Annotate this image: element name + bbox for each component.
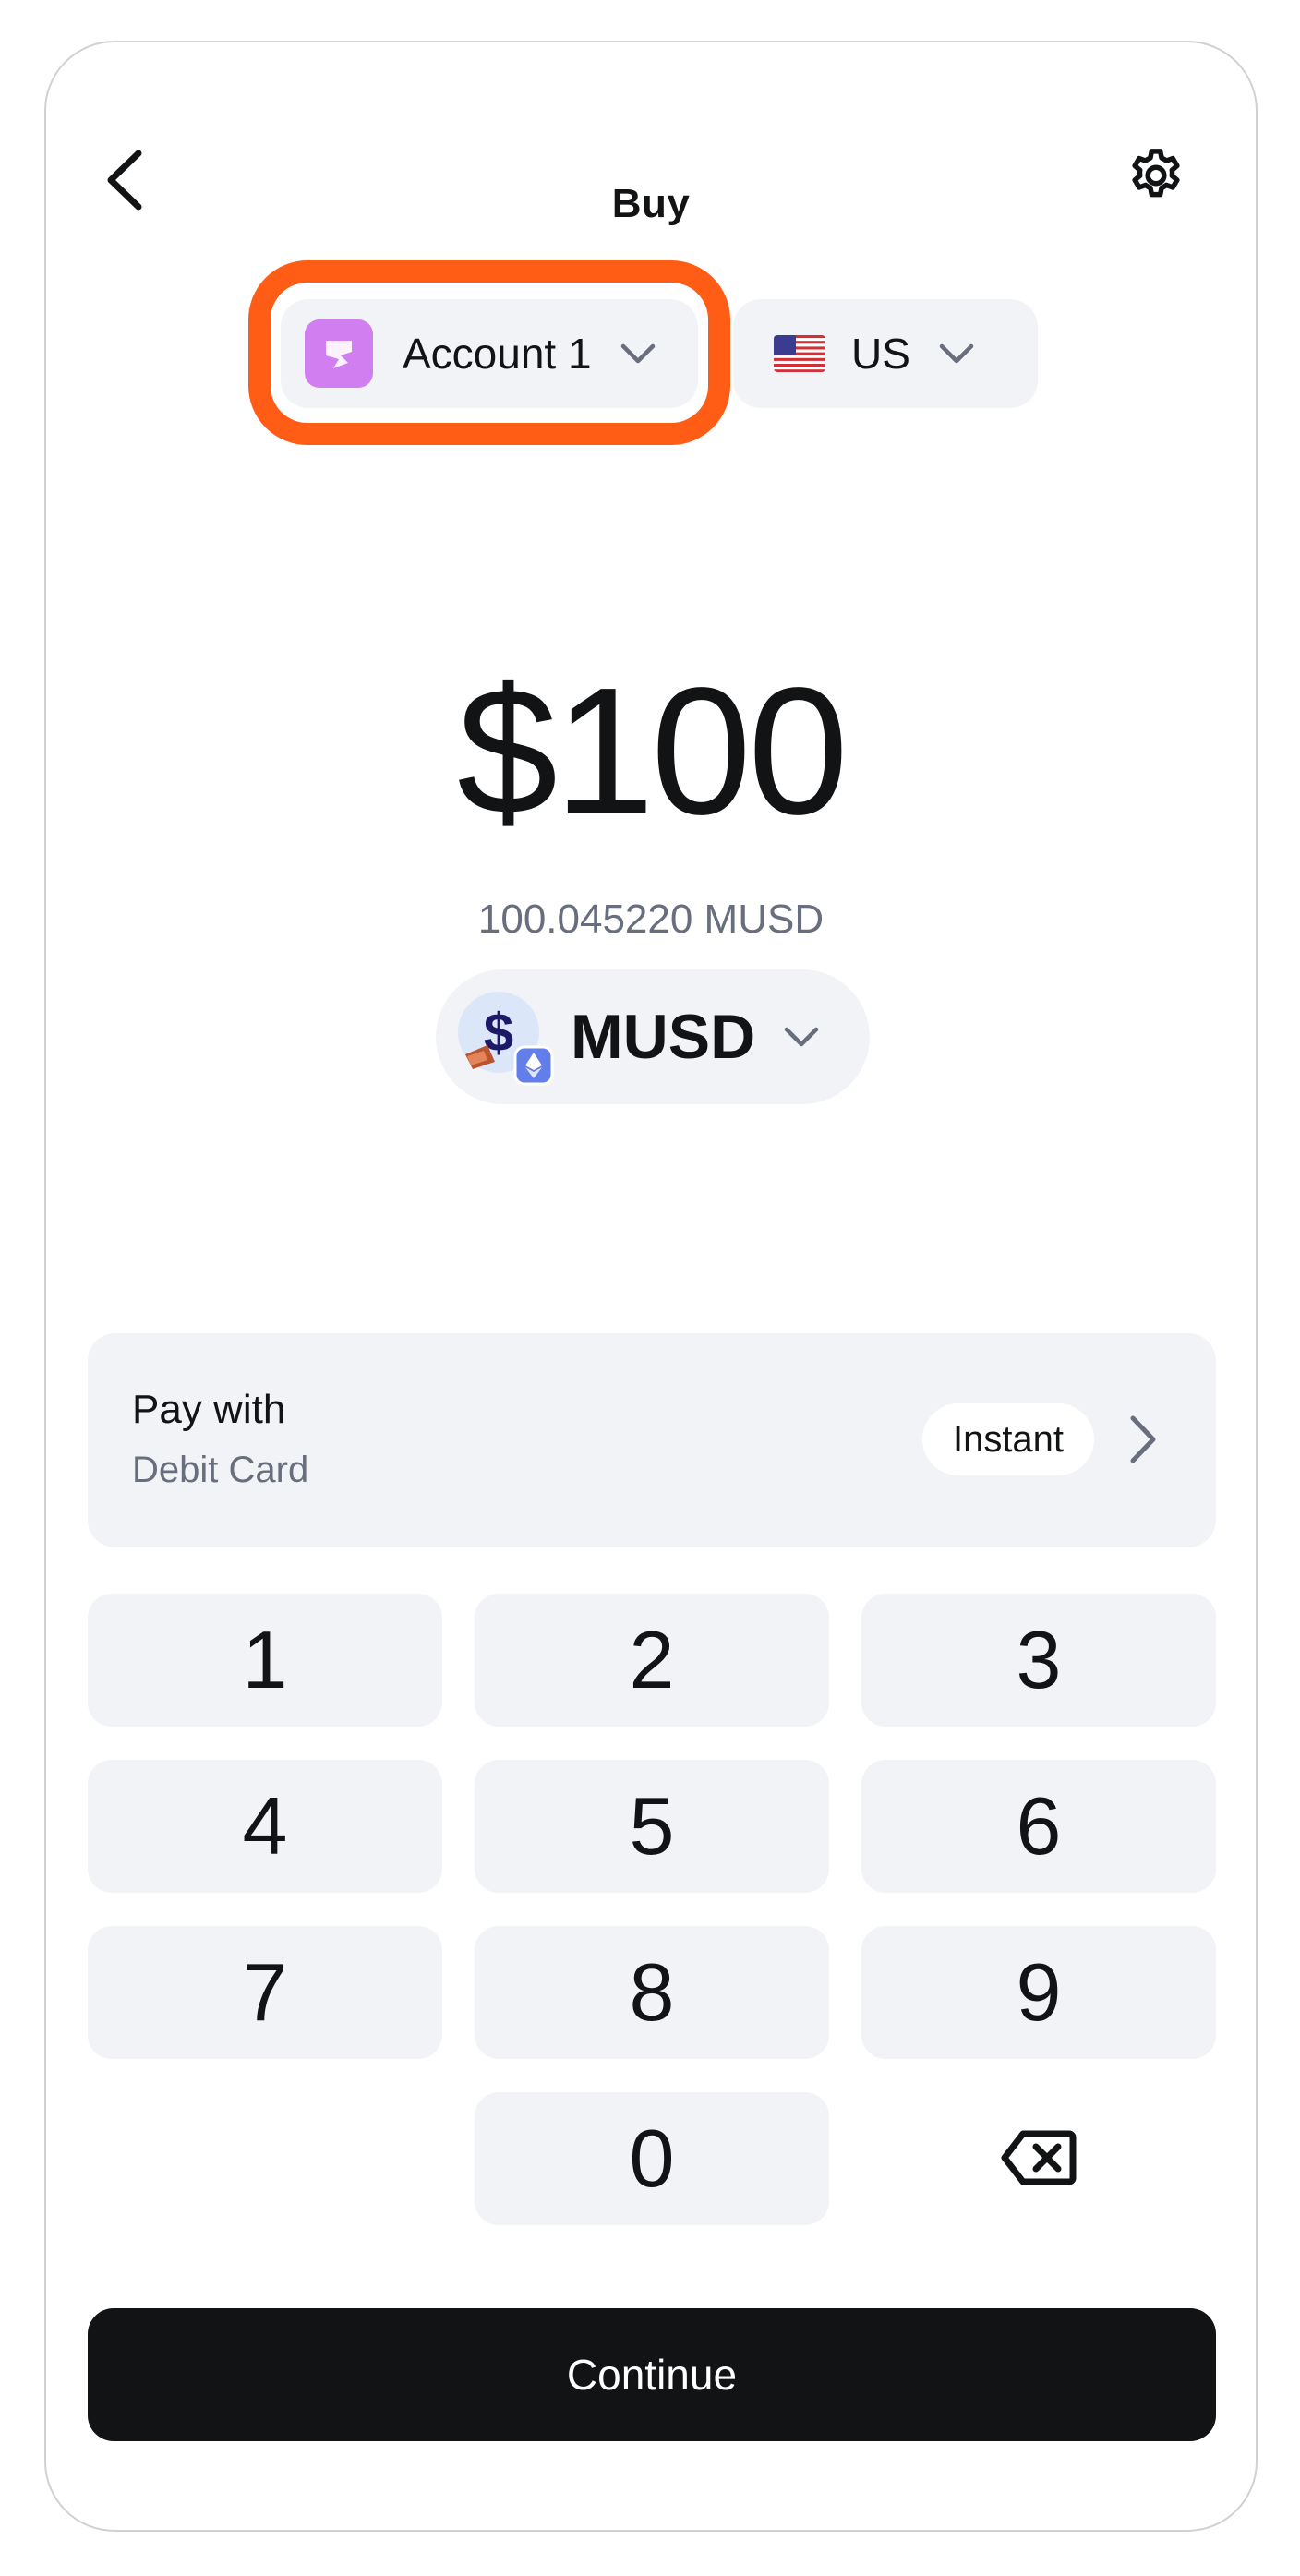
region-selector[interactable]: US	[733, 299, 1038, 408]
chevron-down-icon	[620, 343, 656, 365]
keypad-key-0[interactable]: 0	[475, 2092, 829, 2225]
fiat-amount: $100	[456, 650, 849, 852]
chevron-down-icon	[938, 343, 975, 365]
converted-amount: 100.045220 MUSD	[477, 897, 825, 942]
account-selector[interactable]: Account 1	[281, 299, 698, 408]
chevron-down-icon	[783, 1026, 820, 1048]
gear-icon	[1125, 145, 1186, 211]
musd-token-icon: $	[456, 990, 554, 1086]
keypad-key-5[interactable]: 5	[475, 1760, 829, 1893]
continue-button[interactable]: Continue	[88, 2308, 1216, 2441]
token-label: MUSD	[571, 1002, 756, 1072]
keypad-key-9[interactable]: 9	[861, 1926, 1216, 2059]
backspace-icon	[1001, 2112, 1077, 2206]
account-avatar-icon	[305, 319, 373, 388]
chevron-right-icon	[1127, 1414, 1159, 1469]
account-label: Account 1	[403, 330, 592, 378]
keypad-key-8[interactable]: 8	[475, 1926, 829, 2059]
page-title: Buy	[611, 181, 691, 226]
payment-method-card[interactable]: Pay with Debit Card Instant	[88, 1333, 1216, 1547]
instant-badge: Instant	[922, 1403, 1094, 1475]
app-screen: Buy Account 1 US $100 100.045220 MUSD $ …	[44, 41, 1258, 2532]
keypad-backspace[interactable]	[861, 2092, 1216, 2225]
region-label: US	[851, 330, 910, 378]
payment-method-label: Debit Card	[132, 1450, 309, 1490]
ethereum-icon	[513, 1045, 554, 1086]
keypad-key-7[interactable]: 7	[88, 1926, 442, 2059]
keypad-key-3[interactable]: 3	[861, 1594, 1216, 1727]
pay-with-label: Pay with	[132, 1387, 286, 1432]
us-flag-icon	[774, 335, 825, 372]
keypad-key-1[interactable]: 1	[88, 1594, 442, 1727]
settings-button[interactable]	[1110, 131, 1202, 223]
token-selector[interactable]: $ MUSD	[436, 969, 870, 1104]
keypad-key-2[interactable]: 2	[475, 1594, 829, 1727]
keypad-key-4[interactable]: 4	[88, 1760, 442, 1893]
keypad-key-6[interactable]: 6	[861, 1760, 1216, 1893]
